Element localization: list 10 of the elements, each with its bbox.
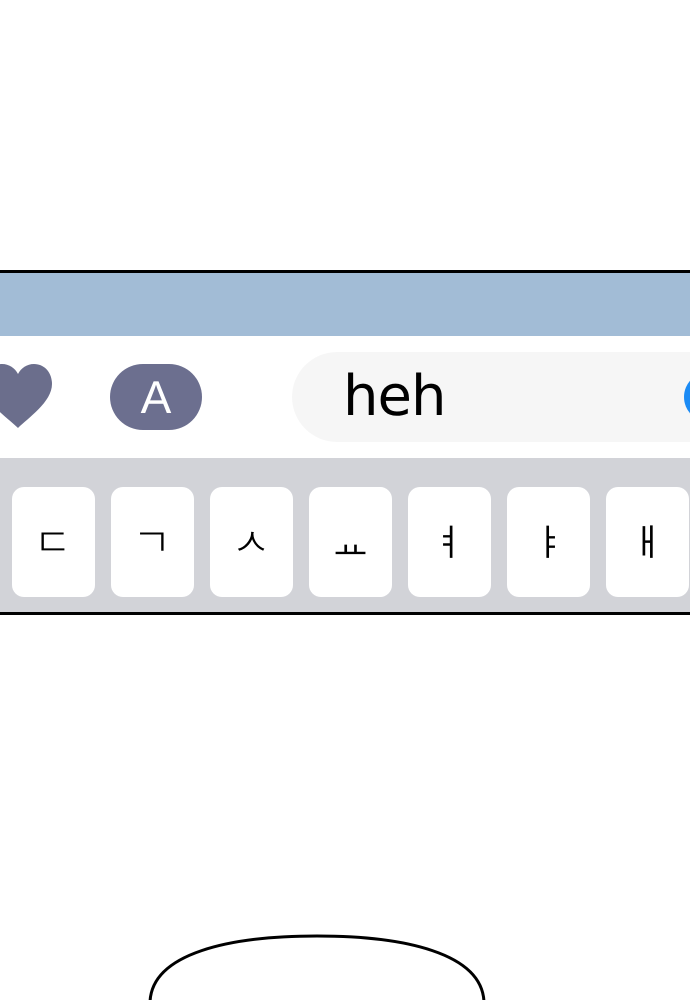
keyboard-key[interactable]: ㅑ <box>507 487 590 597</box>
keyboard-key[interactable]: ㅐ <box>606 487 689 597</box>
keyboard-key[interactable]: ㄱ <box>111 487 194 597</box>
keyboard-key[interactable]: ㅛ <box>309 487 392 597</box>
message-field[interactable]: heh <box>292 352 690 442</box>
apps-button[interactable]: A <box>110 364 202 430</box>
keyboard-key[interactable]: ㄷ <box>12 487 95 597</box>
keyboard-key[interactable]: ㅅ <box>210 487 293 597</box>
heart-icon[interactable] <box>0 364 52 430</box>
keyboard-key[interactable]: ㅕ <box>408 487 491 597</box>
